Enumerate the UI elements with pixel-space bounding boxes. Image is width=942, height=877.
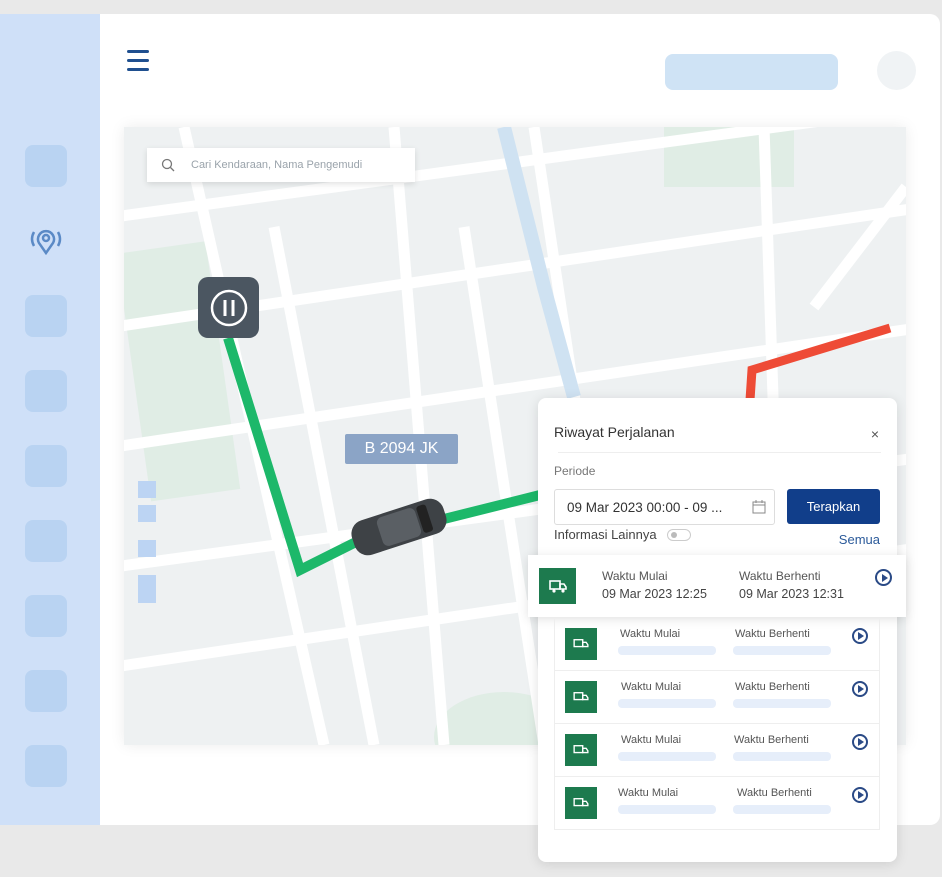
sidebar <box>0 14 100 825</box>
play-icon[interactable] <box>852 628 868 644</box>
more-info-toggle-row: Informasi Lainnya <box>554 527 691 542</box>
search-input[interactable]: Cari Kendaraan, Nama Pengemudi <box>147 148 415 182</box>
sidebar-item[interactable] <box>25 295 67 337</box>
avatar[interactable] <box>877 51 916 90</box>
panel-title: Riwayat Perjalanan <box>554 424 675 440</box>
sidebar-item[interactable] <box>25 370 67 412</box>
car-icon <box>351 498 447 556</box>
trip-row[interactable]: Waktu Mulai Waktu Berhenti <box>554 777 880 830</box>
sidebar-item[interactable] <box>25 595 67 637</box>
header-placeholder-button[interactable] <box>665 54 838 90</box>
truck-icon <box>565 734 597 766</box>
sidebar-item[interactable] <box>25 445 67 487</box>
truck-icon <box>565 787 597 819</box>
sidebar-item[interactable] <box>25 145 67 187</box>
trip-row[interactable]: Waktu Mulai Waktu Berhenti <box>554 671 880 724</box>
divider <box>558 452 881 453</box>
search-icon <box>161 158 175 172</box>
play-icon[interactable] <box>852 734 868 750</box>
all-link[interactable]: Semua <box>839 532 880 547</box>
play-icon[interactable] <box>852 681 868 697</box>
trip-row[interactable]: Waktu Mulai Waktu Berhenti <box>554 724 880 777</box>
sidebar-item[interactable] <box>25 670 67 712</box>
apply-button[interactable]: Terapkan <box>787 489 880 524</box>
location-tracking-icon[interactable] <box>28 226 64 256</box>
menu-icon[interactable] <box>127 50 149 74</box>
period-date-input[interactable]: 09 Mar 2023 00:00 - 09 ... <box>554 489 775 525</box>
sidebar-item[interactable] <box>25 520 67 562</box>
truck-icon <box>565 681 597 713</box>
trip-row-active[interactable]: Waktu Mulai 09 Mar 2023 12:25 Waktu Berh… <box>528 555 906 617</box>
truck-icon <box>539 568 576 604</box>
vehicle-plate-label: B 2094 JK <box>345 434 458 464</box>
calendar-icon <box>752 500 766 514</box>
truck-icon <box>565 628 597 660</box>
pause-marker-icon[interactable] <box>198 277 259 338</box>
period-label: Periode <box>554 464 596 478</box>
play-icon[interactable] <box>875 569 892 586</box>
trip-row[interactable]: Waktu Mulai Waktu Berhenti <box>554 618 880 671</box>
sidebar-item[interactable] <box>25 745 67 787</box>
more-info-toggle[interactable] <box>666 528 691 541</box>
close-icon[interactable]: × <box>871 426 879 442</box>
play-icon[interactable] <box>852 787 868 803</box>
